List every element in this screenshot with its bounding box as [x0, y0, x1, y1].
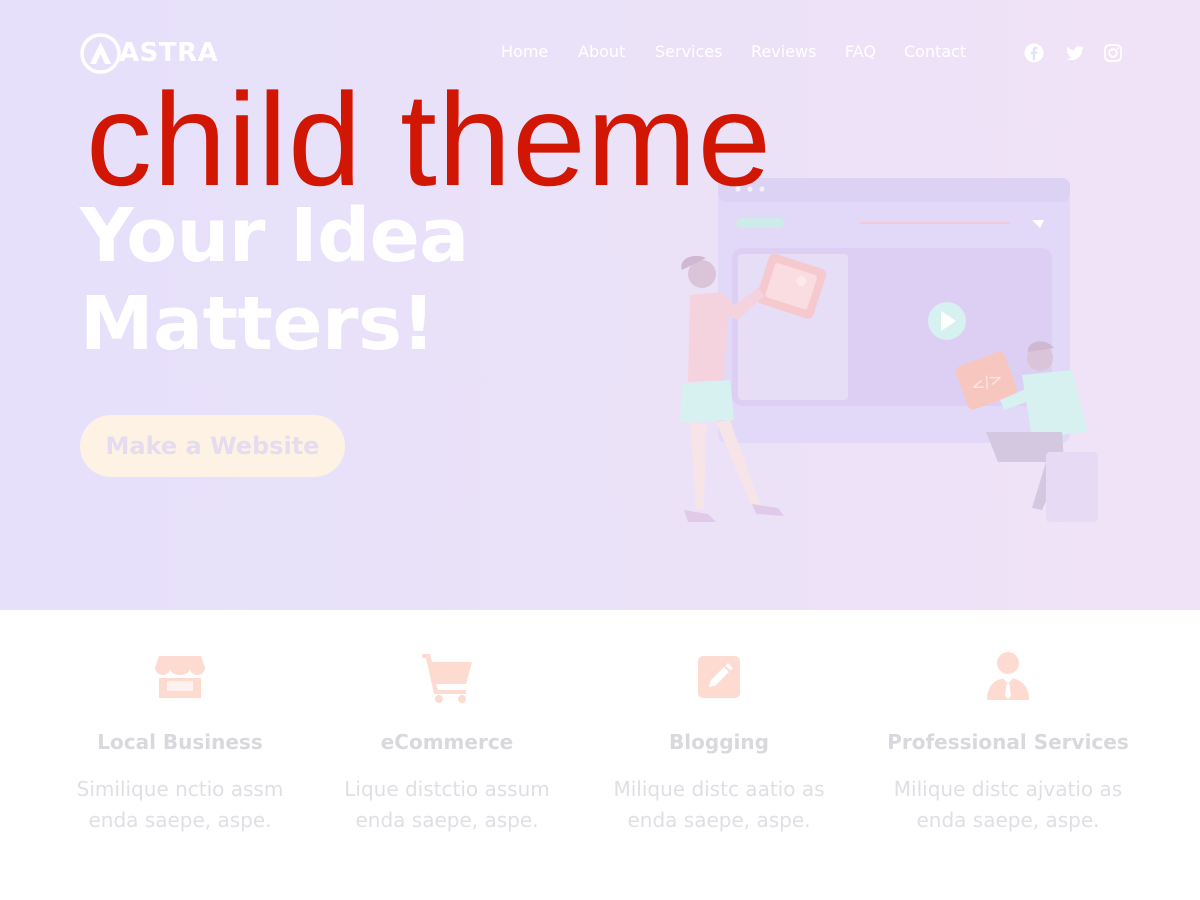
make-website-button[interactable]: Make a Website — [80, 415, 345, 477]
facebook-icon[interactable] — [1024, 43, 1044, 63]
feature-description: Milique distc aatio as enda saepe, aspe. — [584, 774, 854, 836]
hero-illustration: </> — [680, 178, 1098, 522]
feature-title: Professional Services — [887, 730, 1129, 754]
feature-desc-line-2: enda saepe, aspe. — [88, 808, 272, 832]
nav-link-reviews[interactable]: Reviews — [751, 42, 816, 61]
edit-icon — [698, 656, 740, 698]
feature-title: Local Business — [97, 730, 263, 754]
feature-title: Blogging — [669, 730, 769, 754]
child-theme-overlay: child theme — [86, 66, 773, 213]
feature-description: Lique distctio assum enda saepe, aspe. — [312, 774, 582, 836]
feature-desc-line-2: enda saepe, aspe. — [627, 808, 811, 832]
feature-desc-line-1: Lique distctio assum — [344, 777, 550, 801]
feature-desc-line-1: Milique distc ajvatio as — [893, 777, 1123, 801]
nav-link-faq[interactable]: FAQ — [845, 42, 876, 61]
hero-title-line-2: Matters! — [80, 281, 435, 367]
twitter-icon[interactable] — [1065, 43, 1085, 63]
nav-link-contact[interactable]: Contact — [904, 42, 966, 61]
feature-desc-line-2: enda saepe, aspe. — [355, 808, 539, 832]
feature-local-business: Local Business Similique nctio assm enda… — [45, 650, 315, 832]
instagram-icon[interactable] — [1103, 43, 1123, 63]
feature-title: eCommerce — [380, 730, 514, 754]
feature-desc-line-2: enda saepe, aspe. — [916, 808, 1100, 832]
feature-description: Milique distc ajvatio as enda saepe, asp… — [873, 774, 1143, 836]
cart-icon — [422, 654, 472, 703]
feature-description: Similique nctio assm enda saepe, aspe. — [45, 774, 315, 836]
nav-link-services[interactable]: Services — [655, 42, 722, 61]
feature-blogging: Blogging Milique distc aatio as enda sae… — [584, 650, 854, 832]
person-icon — [987, 652, 1029, 700]
feature-ecommerce: eCommerce Lique distctio assum enda saep… — [312, 650, 582, 832]
feature-desc-line-1: Similique nctio assm — [76, 777, 284, 801]
nav-link-home[interactable]: Home — [501, 42, 548, 61]
feature-desc-line-1: Milique distc aatio as — [613, 777, 825, 801]
nav-link-about[interactable]: About — [578, 42, 625, 61]
feature-professional-services: Professional Services Milique distc ajva… — [873, 650, 1143, 832]
store-icon — [155, 656, 205, 698]
